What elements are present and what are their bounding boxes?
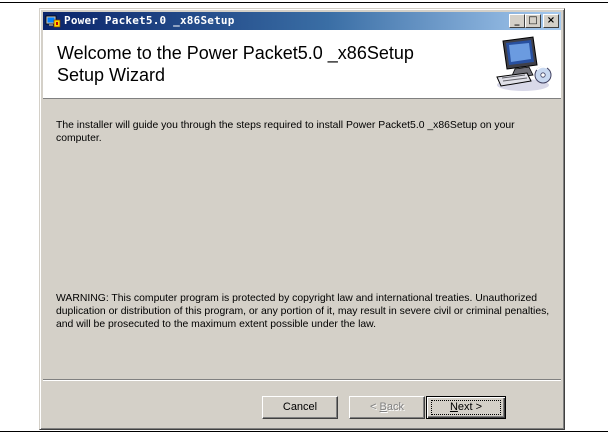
title-bar[interactable]: Power Packet5.0 _x86Setup _ □ × [43,12,561,30]
maximize-button[interactable]: □ [525,14,541,28]
copyright-warning-text: WARNING: This computer program is protec… [56,293,550,330]
top-border-line [0,2,608,3]
next-button-focus-rect [431,400,501,415]
wizard-header-banner: Welcome to the Power Packet5.0 _x86Setup… [43,30,561,99]
back-button-accel: B [379,401,387,413]
wizard-heading: Welcome to the Power Packet5.0 _x86Setup… [57,43,414,85]
setup-computer-icon [496,36,552,91]
cancel-button[interactable]: Cancel [262,396,338,419]
close-button[interactable]: × [543,14,559,28]
installer-app-icon [45,15,61,28]
back-button-rest: ack [386,401,404,413]
bottom-border-line [0,431,608,432]
back-button[interactable]: < Back [349,396,425,419]
next-button[interactable]: Next > [426,396,506,419]
intro-text: The installer will guide you through the… [56,120,515,144]
back-button-prefix: < [370,401,380,413]
window-title: Power Packet5.0 _x86Setup [64,14,235,27]
button-separator-highlight [43,380,561,381]
minimize-button[interactable]: _ [509,14,525,28]
setup-wizard-window: Power Packet5.0 _x86Setup _ □ × Welcome … [39,8,565,430]
